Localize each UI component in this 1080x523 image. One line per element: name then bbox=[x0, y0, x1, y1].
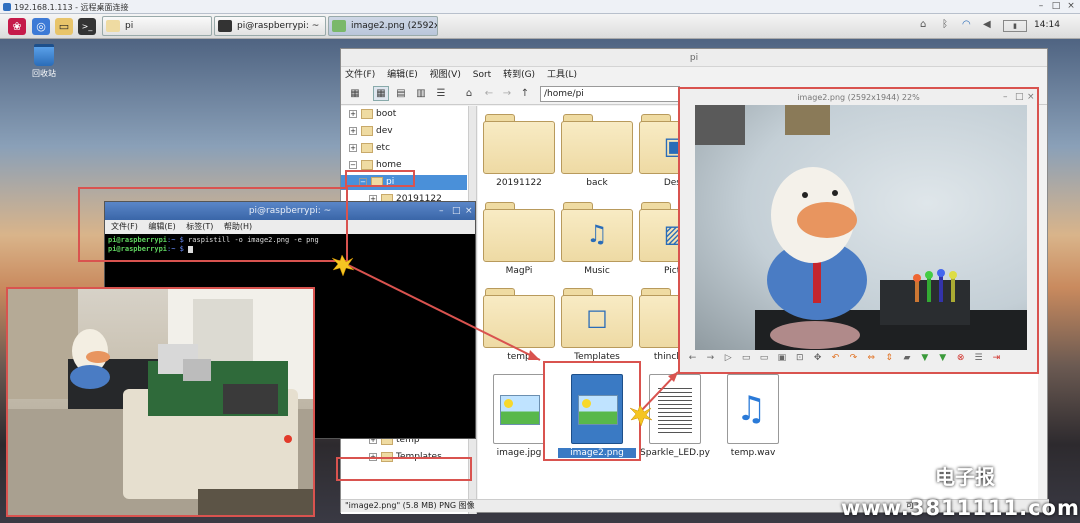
watermark-url: www.3811111.com bbox=[841, 496, 1080, 520]
watermark-brand: 电子报 bbox=[935, 465, 995, 489]
annotation-arrows bbox=[331, 254, 679, 427]
